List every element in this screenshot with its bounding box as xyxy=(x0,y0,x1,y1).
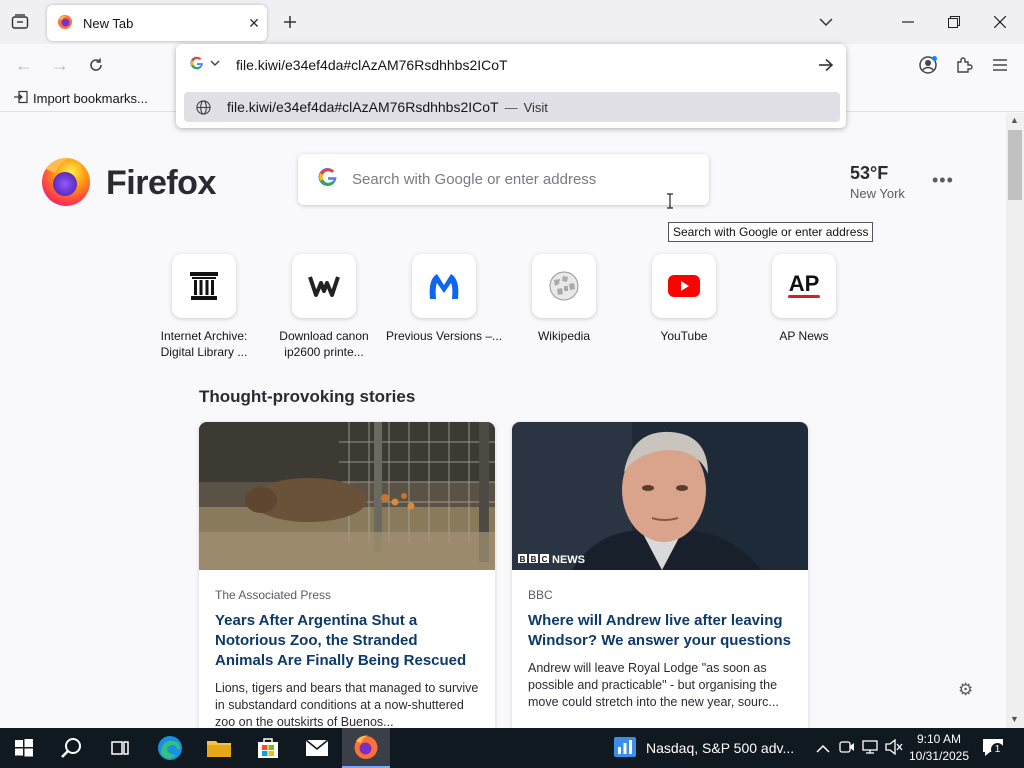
import-icon xyxy=(14,90,28,107)
topsite-wikipedia[interactable]: Wikipedia xyxy=(504,254,624,344)
import-bookmarks-label: Import bookmarks... xyxy=(33,91,148,106)
import-bookmarks-button[interactable]: Import bookmarks... xyxy=(14,90,148,107)
search-box[interactable]: Search with Google or enter address xyxy=(298,154,709,205)
google-g-icon xyxy=(318,167,338,192)
chevron-down-icon xyxy=(210,60,220,66)
story-source: BBC xyxy=(528,588,553,602)
internet-archive-icon xyxy=(172,254,236,318)
story-image-andrew: B B C NEWS xyxy=(512,422,808,570)
microsoft-store-icon[interactable] xyxy=(244,728,292,768)
globe-icon xyxy=(196,99,211,115)
search-placeholder: Search with Google or enter address xyxy=(352,171,597,188)
news-headline: Nasdaq, S&P 500 adv... xyxy=(646,740,795,756)
firefox-logo: Firefox xyxy=(40,155,216,212)
app-menu-hamburger-icon[interactable] xyxy=(986,52,1014,78)
firefox-wordmark: Firefox xyxy=(106,164,216,202)
edge-icon[interactable] xyxy=(146,728,194,768)
minimize-button[interactable] xyxy=(894,8,922,36)
story-excerpt: Lions, tigers and bears that managed to … xyxy=(215,681,479,729)
topsite-label: Previous Versions –... xyxy=(385,329,503,343)
firefox-favicon-icon xyxy=(57,14,73,33)
go-arrow-icon[interactable] xyxy=(812,51,840,79)
notification-center-icon[interactable]: 1 xyxy=(982,738,1004,758)
story-image-bear xyxy=(199,422,495,570)
windows-start-icon[interactable] xyxy=(0,728,48,768)
new-tab-button[interactable] xyxy=(276,8,304,36)
file-explorer-icon[interactable] xyxy=(195,728,243,768)
suggestion-separator: — xyxy=(504,99,518,115)
weather-temperature: 53°F xyxy=(850,163,889,183)
google-g-icon xyxy=(190,56,203,70)
search-engine-selector[interactable] xyxy=(190,56,220,70)
firefox-taskbar-icon[interactable] xyxy=(342,728,390,768)
clock-time: 9:10 AM xyxy=(916,732,962,746)
svg-text:B: B xyxy=(531,555,537,564)
story-excerpt: Andrew will leave Royal Lodge "as soon a… xyxy=(528,661,779,709)
svg-text:C: C xyxy=(542,555,548,564)
suggestion-url: file.kiwi/e34ef4da#clAzAM76Rsdhhbs2ICoT xyxy=(227,99,499,115)
firefox-logo-icon xyxy=(40,155,92,212)
reload-icon[interactable] xyxy=(82,52,110,78)
topsite-label: AP News xyxy=(779,329,829,343)
list-all-tabs-chevron-icon[interactable] xyxy=(812,8,840,36)
clock-date: 10/31/2025 xyxy=(908,749,970,763)
story-card[interactable]: B B C NEWS BBC Where will Andrew live af… xyxy=(512,422,808,742)
restore-button[interactable] xyxy=(940,8,968,36)
svg-text:AP: AP xyxy=(789,271,820,296)
ap-news-icon: AP xyxy=(772,254,836,318)
task-view-icon[interactable] xyxy=(96,728,144,768)
wikipedia-icon xyxy=(532,254,596,318)
topsite-ap-news[interactable]: AP AP News xyxy=(744,254,864,344)
weather-more-options-icon[interactable]: ••• xyxy=(932,170,954,191)
topsite-label: Wikipedia xyxy=(537,329,591,343)
story-headline[interactable]: Years After Argentina Shut a Notorious Z… xyxy=(215,611,479,671)
extensions-puzzle-icon[interactable] xyxy=(950,52,978,78)
news-widget[interactable]: Nasdaq, S&P 500 adv... xyxy=(614,728,794,768)
malwarebytes-icon xyxy=(412,254,476,318)
scrollbar-thumb[interactable] xyxy=(1008,130,1022,200)
notification-count: 1 xyxy=(991,743,1004,756)
text-cursor-icon xyxy=(665,193,675,214)
bbc-news-badge: NEWS xyxy=(552,554,585,566)
weather-city: New York xyxy=(850,186,905,201)
network-icon[interactable] xyxy=(862,739,880,760)
topsite-internet-archive[interactable]: Internet Archive: Digital Library ... xyxy=(144,254,264,360)
story-source: The Associated Press xyxy=(215,588,332,602)
wikihow-icon xyxy=(292,254,356,318)
stories-section-title: Thought-provoking stories xyxy=(199,387,416,406)
topsite-youtube[interactable]: YouTube xyxy=(624,254,744,344)
youtube-icon xyxy=(652,254,716,318)
account-icon[interactable] xyxy=(914,52,942,78)
url-input[interactable] xyxy=(236,57,812,73)
meet-now-icon[interactable] xyxy=(839,739,855,760)
close-window-button[interactable] xyxy=(986,8,1014,36)
topsite-label: Download canon ip2600 printe... xyxy=(279,329,369,359)
suggestion-action: Visit xyxy=(523,99,548,115)
search-tooltip: Search with Google or enter address xyxy=(668,222,874,242)
topsite-previous-versions[interactable]: Previous Versions –... xyxy=(384,254,504,344)
tab-overview-icon[interactable] xyxy=(8,10,32,34)
urlbar[interactable] xyxy=(184,50,840,80)
tab-new-tab[interactable]: New Tab ✕ xyxy=(47,5,267,41)
topsite-label: Internet Archive: Digital Library ... xyxy=(160,329,248,359)
chevron-up-icon[interactable] xyxy=(816,741,830,759)
stock-chart-icon xyxy=(614,736,636,760)
back-arrow-icon[interactable]: ← xyxy=(10,52,38,78)
forward-arrow-icon[interactable]: → xyxy=(46,52,74,78)
close-tab-icon[interactable]: ✕ xyxy=(241,10,267,36)
scrollbar[interactable]: ▲ ▼ xyxy=(1006,113,1024,728)
weather-widget[interactable]: 53°F New York xyxy=(850,163,905,201)
url-suggestion-row[interactable]: file.kiwi/e34ef4da#clAzAM76Rsdhhbs2ICoT … xyxy=(184,92,840,122)
personalize-gear-icon[interactable]: ⚙ xyxy=(958,680,973,700)
mail-icon[interactable] xyxy=(293,728,341,768)
story-card[interactable]: The Associated Press Years After Argenti… xyxy=(199,422,495,742)
system-clock[interactable]: 9:10 AM 10/31/2025 xyxy=(908,731,970,765)
svg-text:B: B xyxy=(520,555,526,564)
topsite-label: YouTube xyxy=(660,329,708,343)
story-headline[interactable]: Where will Andrew live after leaving Win… xyxy=(528,611,792,651)
volume-muted-icon[interactable] xyxy=(885,738,903,760)
tab-title: New Tab xyxy=(83,15,134,31)
topsite-download-canon[interactable]: Download canon ip2600 printe... xyxy=(264,254,384,360)
search-icon[interactable] xyxy=(48,728,96,768)
